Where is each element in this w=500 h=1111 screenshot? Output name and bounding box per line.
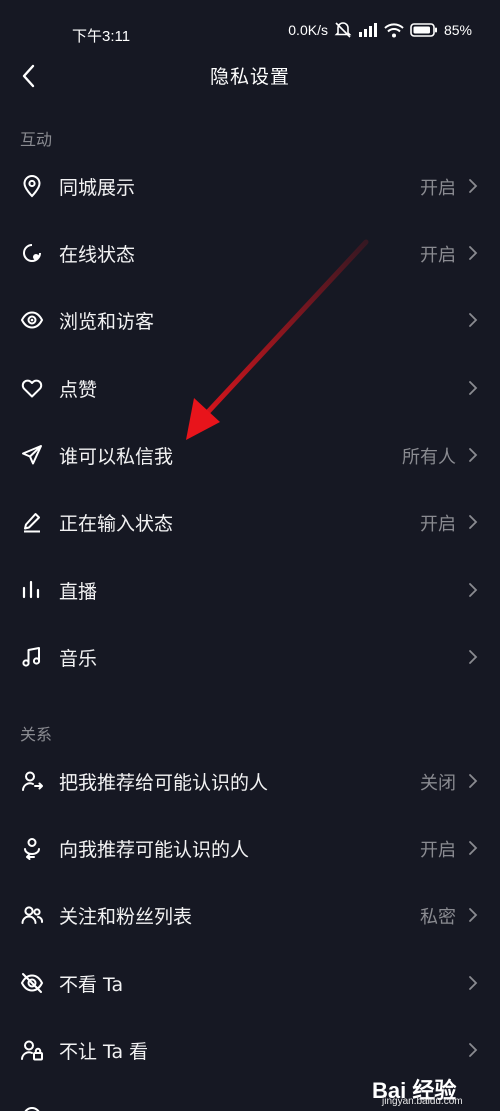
row-recommend-me[interactable]: 把我推荐给可能认识的人 关闭 — [0, 748, 500, 815]
row-likes[interactable]: 点赞 — [0, 355, 500, 422]
row-value: 所有人 — [402, 447, 456, 468]
row-label: 直播 — [59, 581, 98, 603]
row-label: 同城展示 — [59, 177, 136, 199]
row-online-status[interactable]: 在线状态 开启 — [0, 220, 500, 287]
row-music[interactable]: 音乐 — [0, 624, 500, 691]
row-value: 关闭 — [420, 773, 456, 794]
row-value: 开启 — [420, 840, 456, 861]
row-value: 开启 — [420, 514, 456, 535]
chevron-right-icon — [469, 976, 478, 990]
row-who-can-message[interactable]: 谁可以私信我 所有人 — [0, 422, 500, 489]
chevron-right-icon — [469, 313, 478, 327]
location-pin-icon — [23, 175, 41, 198]
user-share-icon — [22, 771, 43, 791]
eye-off-icon — [20, 973, 44, 993]
chevron-right-icon — [469, 774, 478, 788]
row-label: 谁可以私信我 — [59, 446, 174, 468]
row-value: 私密 — [420, 907, 456, 928]
chevron-right-icon — [469, 448, 478, 462]
top-bar: 隐私设置 — [0, 48, 500, 104]
watermark-site: jingyan.baidu.com — [382, 1096, 463, 1107]
row-typing-status[interactable]: 正在输入状态 开启 — [0, 489, 500, 556]
eye-icon — [20, 311, 44, 329]
row-label: 向我推荐可能认识的人 — [59, 839, 250, 861]
online-status-icon — [23, 244, 41, 262]
wifi-icon — [384, 22, 404, 37]
status-indicators: 0.0K/s 85% — [288, 22, 472, 38]
battery-level: 85% — [443, 22, 472, 38]
heart-icon — [21, 379, 43, 398]
network-speed: 0.0K/s — [288, 22, 328, 38]
row-nearby-display[interactable]: 同城展示 开启 — [0, 153, 500, 220]
row-label: 音乐 — [59, 648, 98, 670]
row-label: 在线状态 — [59, 244, 136, 266]
row-following-followers[interactable]: 关注和粉丝列表 私密 — [0, 882, 500, 949]
row-label: 点赞 — [59, 379, 98, 401]
chevron-right-icon — [469, 381, 478, 395]
user-suggest-icon — [24, 838, 40, 860]
chevron-right-icon — [469, 908, 478, 922]
cell-signal-icon — [358, 23, 377, 37]
row-value: 开启 — [420, 178, 456, 199]
battery-icon — [410, 23, 437, 37]
circle-icon — [24, 1107, 40, 1111]
users-icon — [21, 906, 43, 924]
chevron-right-icon — [469, 246, 478, 260]
music-note-icon — [22, 647, 41, 667]
row-views-visitors[interactable]: 浏览和访客 — [0, 287, 500, 354]
paper-plane-icon — [22, 445, 42, 465]
row-hide-their-content[interactable]: 不看 Ta — [0, 950, 500, 1017]
pen-icon — [24, 513, 40, 533]
row-recommend-to-me[interactable]: 向我推荐可能认识的人 开启 — [0, 815, 500, 882]
chevron-right-icon — [469, 650, 478, 664]
section-label-interaction: 互动 — [20, 130, 53, 149]
row-label: 浏览和访客 — [59, 311, 155, 333]
mute-icon — [334, 22, 352, 38]
chevron-right-icon — [469, 179, 478, 193]
row-label: 正在输入状态 — [59, 513, 174, 535]
baidu-jingyan-watermark: Bai 经验 jingyan.baidu.com — [372, 1071, 494, 1109]
row-label: 不看 Ta — [59, 974, 124, 996]
row-label: 不让 Ta 看 — [59, 1041, 149, 1063]
chevron-right-icon — [469, 841, 478, 855]
page-title: 隐私设置 — [209, 66, 290, 88]
status-time: 下午3:11 — [72, 28, 131, 45]
chevron-right-icon — [469, 1043, 478, 1057]
bars-icon — [22, 580, 40, 599]
row-label: 关注和粉丝列表 — [59, 906, 193, 928]
section-label-relationship: 关系 — [20, 725, 53, 744]
row-value: 开启 — [420, 245, 456, 266]
row-label: 把我推荐给可能认识的人 — [59, 772, 269, 794]
chevron-right-icon — [469, 515, 478, 529]
row-live[interactable]: 直播 — [0, 557, 500, 624]
chevron-right-icon — [469, 583, 478, 597]
user-lock-icon — [21, 1040, 43, 1061]
